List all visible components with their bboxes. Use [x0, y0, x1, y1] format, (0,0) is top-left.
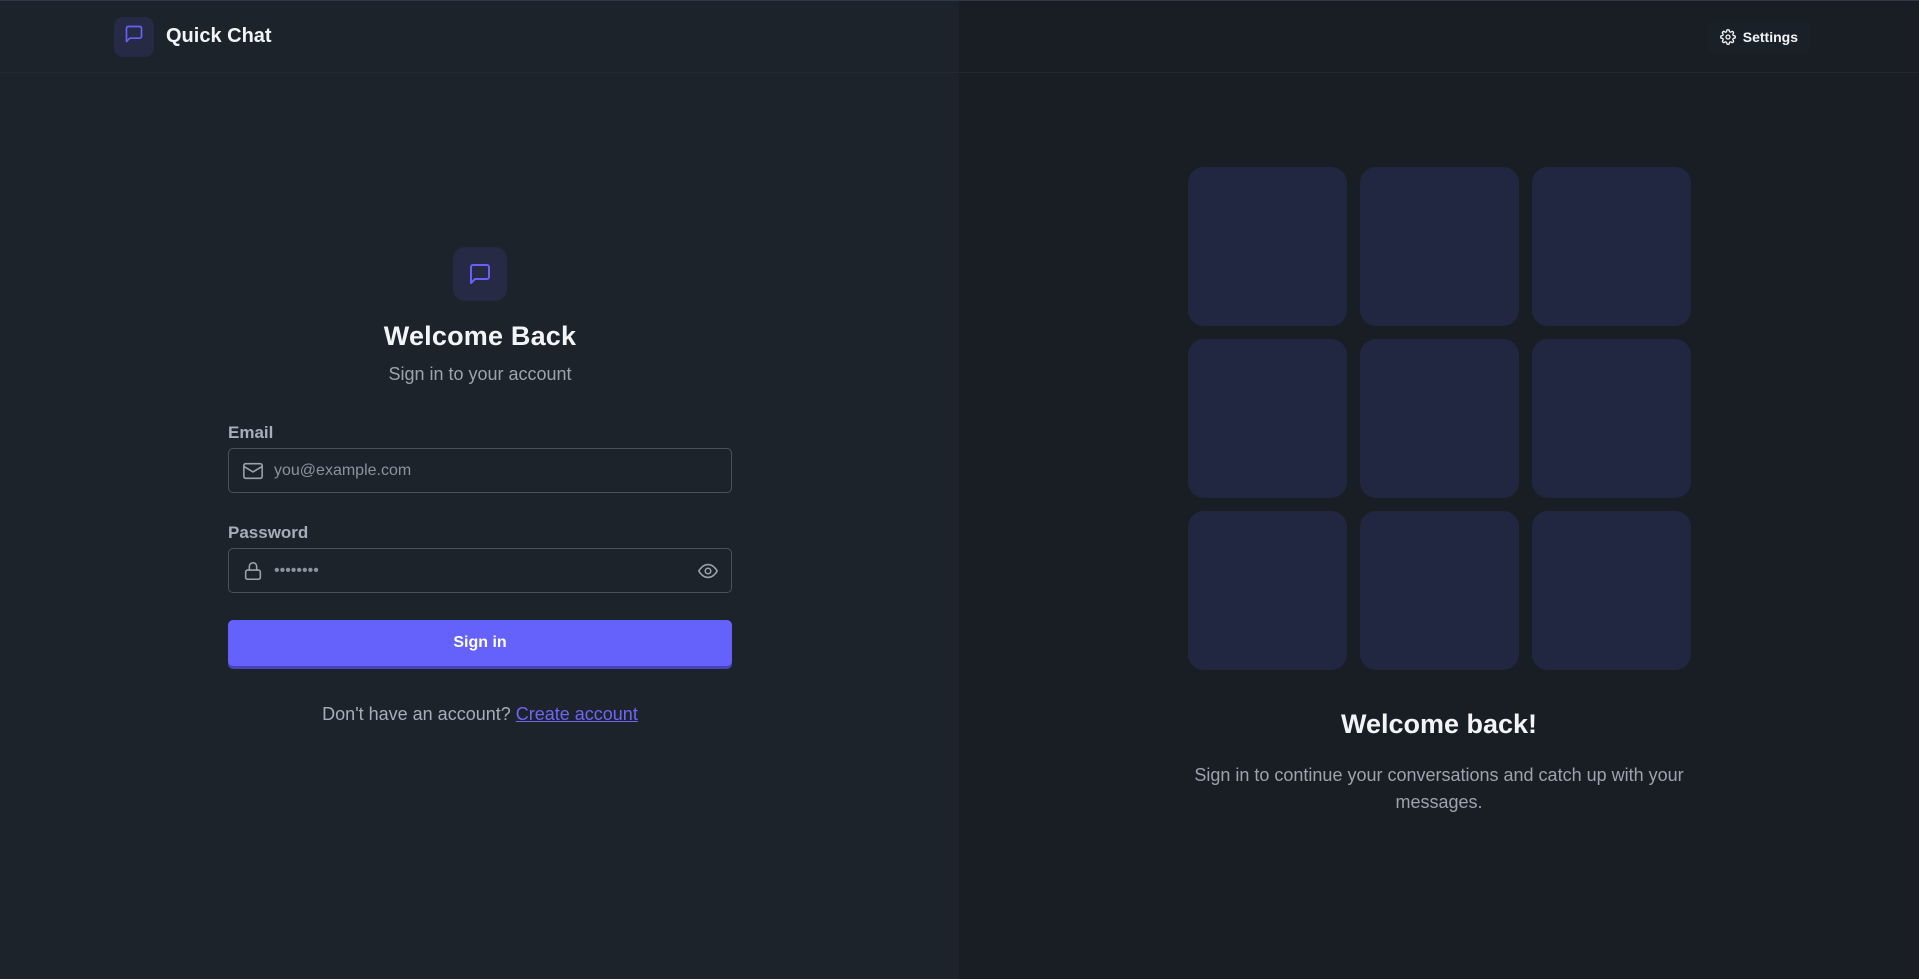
grid-tile — [1188, 339, 1347, 498]
grid-tile — [1188, 511, 1347, 670]
brand[interactable]: Quick Chat — [114, 16, 272, 57]
message-square-icon — [124, 24, 144, 49]
message-square-icon — [468, 262, 492, 286]
login-form: Welcome Back Sign in to your account Ema… — [228, 247, 732, 725]
grid-tile — [1360, 339, 1519, 498]
grid-tile — [1360, 511, 1519, 670]
settings-button[interactable]: Settings — [1707, 19, 1810, 54]
hero-text: Sign in to continue your conversations a… — [1194, 765, 1684, 812]
password-input-wrapper — [228, 548, 732, 593]
email-input-wrapper — [228, 448, 732, 493]
grid-tile — [1532, 167, 1691, 326]
email-field-group: Email — [228, 423, 732, 493]
gear-icon — [1719, 28, 1736, 45]
password-field-group: Password — [228, 523, 732, 593]
settings-label: Settings — [1742, 28, 1798, 45]
signup-row: Don't have an account? Create account — [228, 704, 732, 725]
navbar: Quick Chat Settings — [0, 1, 1919, 73]
tile-grid — [1188, 167, 1691, 670]
create-account-link[interactable]: Create account — [516, 704, 638, 724]
grid-tile — [1360, 167, 1519, 326]
mail-icon — [242, 460, 264, 482]
signup-prompt: Don't have an account? — [322, 704, 516, 724]
password-label: Password — [228, 523, 309, 542]
page: Quick Chat Settings Welcome Back Sign in… — [0, 0, 1919, 979]
email-input[interactable] — [229, 449, 731, 492]
brand-title: Quick Chat — [166, 25, 272, 47]
login-header: Welcome Back Sign in to your account — [228, 247, 732, 385]
password-input[interactable] — [229, 549, 731, 592]
login-title: Welcome Back — [383, 321, 577, 351]
grid-tile — [1188, 167, 1347, 326]
sign-in-button[interactable]: Sign in — [228, 620, 732, 666]
hero-title: Welcome back! — [1340, 709, 1538, 739]
email-label: Email — [228, 423, 274, 442]
eye-icon[interactable] — [697, 560, 719, 582]
grid-tile — [1532, 511, 1691, 670]
lock-icon — [242, 560, 264, 582]
login-subtitle: Sign in to your account — [388, 364, 572, 384]
grid-tile — [1532, 339, 1691, 498]
brand-logo — [114, 16, 154, 57]
login-logo — [453, 247, 507, 301]
